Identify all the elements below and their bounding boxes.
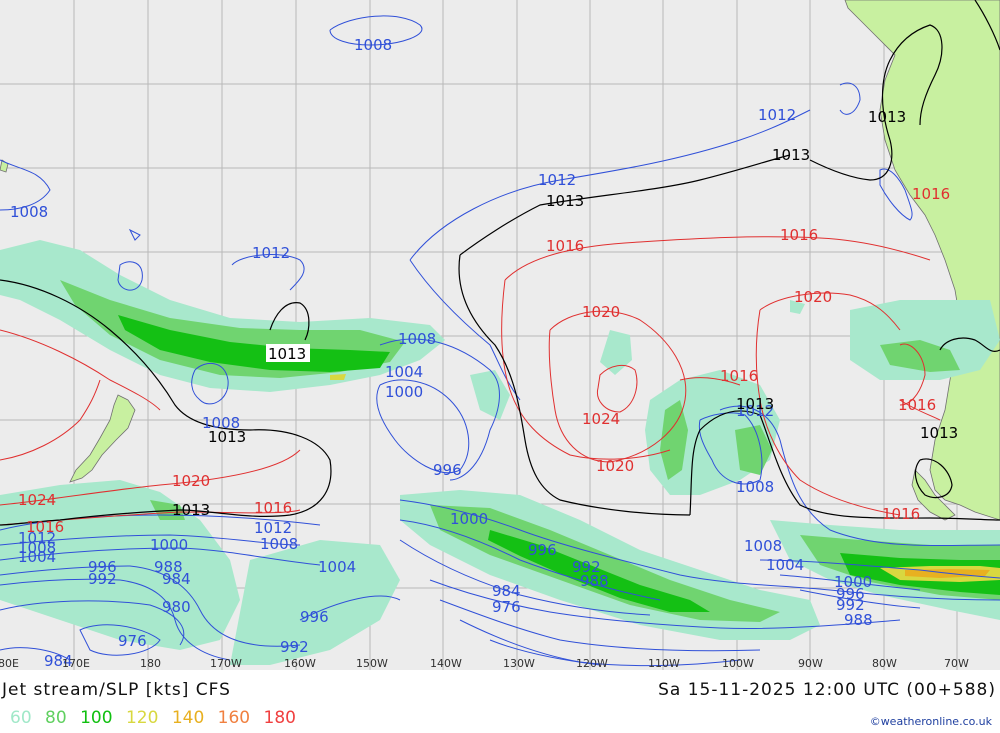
isobar-label: 980 bbox=[162, 598, 191, 616]
isobar-label: 1004 bbox=[766, 556, 804, 574]
isobar-label: 1013 bbox=[268, 345, 306, 363]
isobar-label: 1016 bbox=[882, 505, 920, 523]
isobar-label: 1008 bbox=[736, 478, 774, 496]
isobar-label: 996 bbox=[300, 608, 329, 626]
isobar-label: 996 bbox=[433, 461, 462, 479]
isobar-label: 1000 bbox=[150, 536, 188, 554]
isobar-label: 988 bbox=[844, 611, 873, 629]
lon-tick: 80W bbox=[872, 657, 897, 670]
isobar-label: 1008 bbox=[354, 36, 392, 54]
isobar-label: 1008 bbox=[10, 203, 48, 221]
isobar-label: 992 bbox=[280, 638, 309, 656]
isobar-label: 976 bbox=[118, 632, 147, 650]
isobar-label: 1004 bbox=[18, 548, 56, 566]
lon-tick: 150W bbox=[356, 657, 388, 670]
isobar-label: 1013 bbox=[736, 395, 774, 413]
legend-160: 160 bbox=[217, 708, 251, 728]
jetstream-slp-map: 1008 1008 1012 1012 1012 1008 1004 1000 … bbox=[0, 0, 1000, 670]
isobar-label: 992 bbox=[88, 570, 117, 588]
isobar-label: 1013 bbox=[208, 428, 246, 446]
isobar-label: 1016 bbox=[780, 226, 818, 244]
isobar-label: 1012 bbox=[538, 171, 576, 189]
isobar-label: 1008 bbox=[260, 535, 298, 553]
isobar-label: 1024 bbox=[18, 491, 56, 509]
legend-180: 180 bbox=[263, 708, 296, 728]
lon-tick: 160W bbox=[284, 657, 316, 670]
isobar-label: 1000 bbox=[450, 510, 488, 528]
isobar-label: 1016 bbox=[912, 185, 950, 203]
lon-tick: 170E bbox=[62, 657, 90, 670]
legend-120: 120 bbox=[125, 708, 159, 728]
isobar-label: 1020 bbox=[172, 472, 210, 490]
isobar-label: 1013 bbox=[772, 146, 810, 164]
lon-tick: 130W bbox=[503, 657, 535, 670]
lon-tick: 90W bbox=[798, 657, 823, 670]
isobar-label: 1016 bbox=[546, 237, 584, 255]
isobar-label: 1004 bbox=[318, 558, 356, 576]
lon-tick: 120W bbox=[576, 657, 608, 670]
isobar-label: 996 bbox=[528, 541, 557, 559]
isobar-label: 1008 bbox=[744, 537, 782, 555]
isobar-label: 1016 bbox=[898, 396, 936, 414]
lon-tick: 80E bbox=[0, 657, 19, 670]
lon-tick: 170W bbox=[210, 657, 242, 670]
isobar-label: 1020 bbox=[582, 303, 620, 321]
isobar-label: 1013 bbox=[868, 108, 906, 126]
isobar-label: 984 bbox=[162, 570, 191, 588]
wind-speed-legend: 60 80 100 120 140 160 180 bbox=[10, 708, 304, 728]
map-title: Jet stream/SLP [kts] CFS bbox=[2, 680, 231, 700]
isobar-label: 1020 bbox=[794, 288, 832, 306]
valid-time: Sa 15-11-2025 12:00 UTC (00+588) bbox=[658, 680, 996, 700]
isobar-label: 976 bbox=[492, 598, 521, 616]
credit-link[interactable]: ©weatheronline.co.uk bbox=[870, 715, 992, 728]
legend-140: 140 bbox=[171, 708, 205, 728]
isobar-label: 1012 bbox=[252, 244, 290, 262]
isobar-label: 1013 bbox=[920, 424, 958, 442]
isobar-label: 1020 bbox=[596, 457, 634, 475]
isobar-label: 1000 bbox=[385, 383, 423, 401]
legend-80: 80 bbox=[45, 708, 67, 728]
isobar-label: 1016 bbox=[254, 499, 292, 517]
map-viewer: 1008 1008 1012 1012 1012 1008 1004 1000 … bbox=[0, 0, 1000, 733]
isobar-label: 1016 bbox=[720, 367, 758, 385]
isobar-label: 1008 bbox=[398, 330, 436, 348]
isobar-label: 1004 bbox=[385, 363, 423, 381]
legend-60: 60 bbox=[10, 708, 32, 728]
lon-tick: 70W bbox=[944, 657, 969, 670]
isobar-label: 1013 bbox=[546, 192, 584, 210]
lon-tick: 110W bbox=[648, 657, 680, 670]
isobar-label: 1012 bbox=[758, 106, 796, 124]
isobar-label: 1016 bbox=[26, 518, 64, 536]
lon-tick: 100W bbox=[722, 657, 754, 670]
legend-100: 100 bbox=[80, 708, 113, 728]
isobar-label: 1013 bbox=[172, 501, 210, 519]
lon-tick: 180 bbox=[140, 657, 161, 670]
isobar-label: 1024 bbox=[582, 410, 620, 428]
isobar-label: 988 bbox=[580, 572, 609, 590]
lon-tick: 140W bbox=[430, 657, 462, 670]
